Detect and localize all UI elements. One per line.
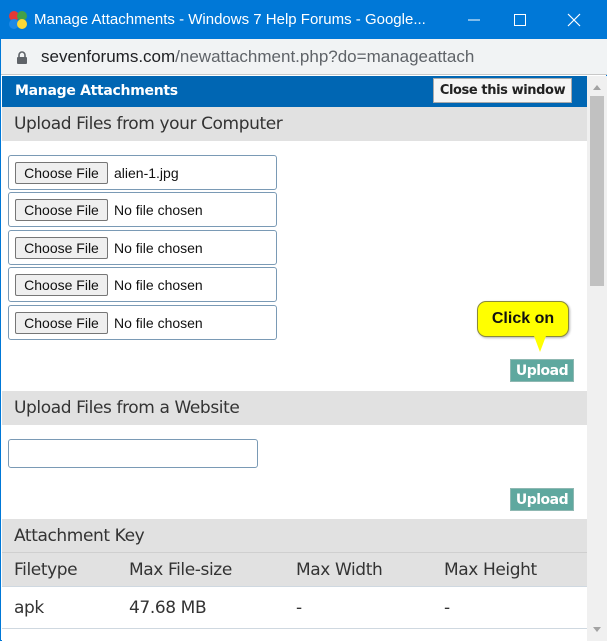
- scroll-up-arrow-icon[interactable]: [593, 85, 601, 90]
- choose-file-button[interactable]: Choose File: [15, 199, 108, 221]
- upload-website-button[interactable]: Upload: [510, 488, 574, 511]
- click-on-callout: Click on: [477, 301, 569, 337]
- close-button[interactable]: [551, 1, 597, 39]
- url-path: /newattachment.php?do=manageattach: [175, 47, 475, 66]
- callout-pointer: [534, 336, 546, 352]
- window-title: Manage Attachments - Windows 7 Help Foru…: [34, 11, 426, 28]
- minimize-button[interactable]: [451, 1, 497, 39]
- title-bar: Manage Attachments - Windows 7 Help Foru…: [1, 1, 607, 39]
- file-input-5[interactable]: Choose File No file chosen: [8, 305, 277, 340]
- cell-max-width: -: [296, 598, 302, 618]
- column-header-max-width: Max Width: [296, 560, 383, 580]
- vertical-scrollbar[interactable]: [587, 76, 607, 641]
- maximize-button[interactable]: [497, 1, 543, 39]
- file-name: No file chosen: [114, 315, 203, 331]
- url-text[interactable]: sevenforums.com/newattachment.php?do=man…: [41, 47, 474, 67]
- upload-computer-button[interactable]: Upload: [510, 359, 574, 382]
- section-upload-website-heading: Upload Files from a Website: [2, 391, 587, 425]
- file-name: alien-1.jpg: [114, 165, 179, 181]
- section-heading-text: Upload Files from a Website: [14, 398, 240, 418]
- address-bar[interactable]: sevenforums.com/newattachment.php?do=man…: [1, 39, 607, 75]
- file-input-2[interactable]: Choose File No file chosen: [8, 192, 277, 227]
- column-header-filetype: Filetype: [14, 560, 78, 580]
- choose-file-button[interactable]: Choose File: [15, 274, 108, 296]
- url-host: sevenforums.com: [41, 47, 176, 66]
- website-url-input[interactable]: [8, 439, 258, 468]
- column-header-max-height: Max Height: [444, 560, 537, 580]
- file-name: No file chosen: [114, 202, 203, 218]
- browser-popup-window: Manage Attachments - Windows 7 Help Foru…: [0, 0, 607, 641]
- scroll-down-arrow-icon[interactable]: [593, 627, 601, 632]
- page-title: Manage Attachments: [15, 83, 178, 99]
- choose-file-button[interactable]: Choose File: [15, 312, 108, 334]
- section-heading-text: Upload Files from your Computer: [14, 114, 283, 134]
- file-name: No file chosen: [114, 240, 203, 256]
- lock-icon: [17, 51, 27, 64]
- page-header: Manage Attachments Close this window: [2, 76, 587, 107]
- maximize-icon: [514, 14, 526, 26]
- section-heading-text: Attachment Key: [14, 526, 145, 546]
- cell-max-file-size: 47.68 MB: [129, 598, 207, 618]
- file-input-3[interactable]: Choose File No file chosen: [8, 230, 277, 265]
- close-window-button[interactable]: Close this window: [433, 78, 572, 103]
- close-icon: [567, 13, 581, 27]
- attachment-key-header-row: Filetype Max File-size Max Width Max Hei…: [2, 552, 587, 587]
- file-name: No file chosen: [114, 277, 203, 293]
- minimize-icon: [468, 19, 480, 21]
- file-input-1[interactable]: Choose File alien-1.jpg: [8, 155, 277, 190]
- cell-filetype: apk: [14, 598, 44, 618]
- column-header-max-file-size: Max File-size: [129, 560, 232, 580]
- scrollbar-thumb[interactable]: [590, 96, 604, 286]
- choose-file-button[interactable]: Choose File: [15, 162, 108, 184]
- cell-max-height: -: [444, 598, 450, 618]
- choose-file-button[interactable]: Choose File: [15, 237, 108, 259]
- file-input-4[interactable]: Choose File No file chosen: [8, 267, 277, 302]
- table-row: apk 47.68 MB - -: [2, 587, 587, 629]
- app-logo-icon: [9, 11, 27, 29]
- section-attachment-key-heading: Attachment Key: [2, 519, 587, 553]
- section-upload-computer-heading: Upload Files from your Computer: [2, 107, 587, 141]
- page-content: Manage Attachments Close this window Upl…: [2, 76, 587, 641]
